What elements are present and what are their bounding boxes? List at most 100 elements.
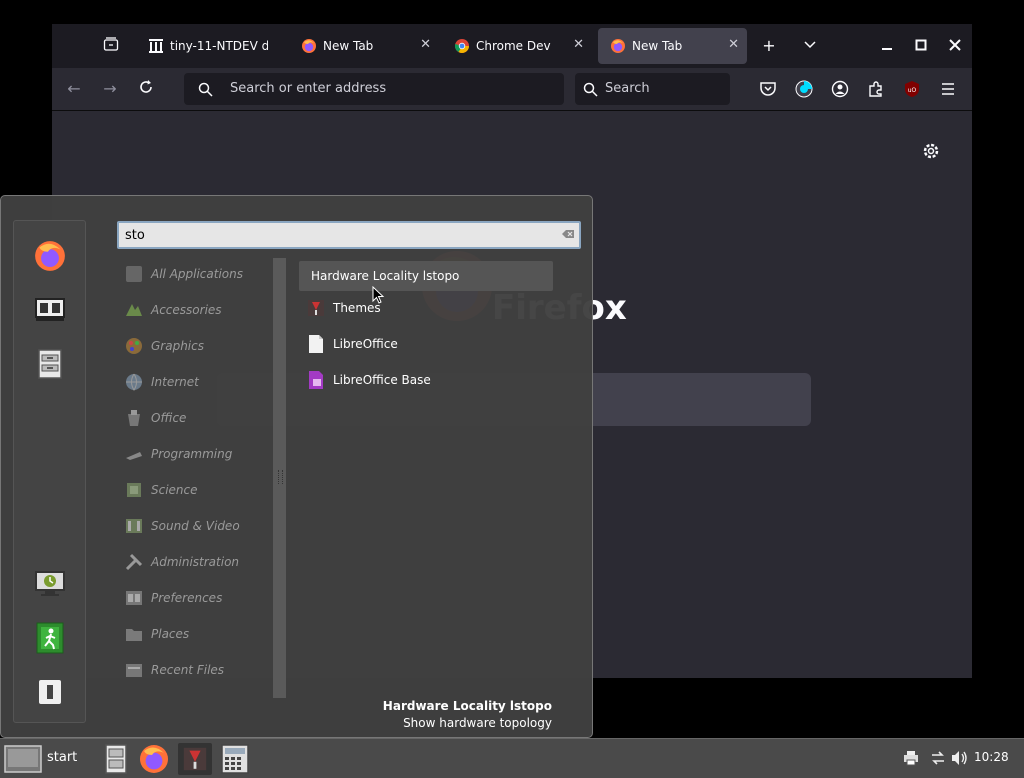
category-internet[interactable]: Internet xyxy=(124,370,199,394)
minimize-button[interactable] xyxy=(877,36,897,56)
category-label: Graphics xyxy=(151,339,204,353)
themes-icon xyxy=(183,747,207,771)
result-label: LibreOffice xyxy=(333,337,398,351)
chrome-icon xyxy=(454,39,469,53)
sound-video-icon xyxy=(126,519,142,533)
firefox-icon xyxy=(302,39,316,53)
forward-arrow-icon: → xyxy=(103,79,117,98)
category-accessories[interactable]: Accessories xyxy=(124,298,222,322)
sync-status-icon[interactable] xyxy=(795,80,813,98)
volume-icon[interactable] xyxy=(951,750,969,766)
firefox-view-icon xyxy=(103,37,119,51)
tab-new-tab[interactable]: New Tab ✕ xyxy=(289,28,439,64)
forward-button[interactable]: → xyxy=(100,79,120,99)
search-icon xyxy=(198,82,213,97)
network-icon[interactable] xyxy=(930,750,946,766)
file-manager-icon[interactable] xyxy=(101,743,131,775)
search-placeholder: Search xyxy=(605,81,650,96)
close-icon[interactable]: ✕ xyxy=(573,37,584,52)
category-label: Programming xyxy=(151,447,233,461)
category-label: Office xyxy=(151,411,187,425)
favorites-bar xyxy=(13,220,86,723)
plus-icon: + xyxy=(762,36,776,55)
search-input[interactable] xyxy=(125,226,545,244)
firefox-view-button[interactable] xyxy=(101,36,121,57)
category-places[interactable]: Places xyxy=(124,622,189,646)
taskbar-window-themes[interactable] xyxy=(178,743,212,775)
pocket-icon[interactable] xyxy=(759,80,777,98)
category-label: Accessories xyxy=(151,303,222,317)
logout-icon[interactable] xyxy=(33,621,67,655)
new-tab-button[interactable]: + xyxy=(759,36,779,56)
clear-icon[interactable] xyxy=(561,227,575,241)
tab-title: Chrome Dev xyxy=(476,39,551,53)
screensaver-icon[interactable] xyxy=(33,567,67,601)
close-icon[interactable]: ✕ xyxy=(420,37,431,52)
file-manager-icon[interactable] xyxy=(33,347,67,381)
tab-chrome-dev[interactable]: Chrome Dev ✕ xyxy=(442,28,592,64)
calculator-icon[interactable] xyxy=(219,743,251,775)
reload-button[interactable] xyxy=(136,79,156,99)
mouse-cursor-icon xyxy=(372,286,385,304)
category-label: Internet xyxy=(151,375,199,389)
printer-icon[interactable] xyxy=(903,750,919,766)
libreoffice-base-icon xyxy=(309,371,323,389)
category-all-applications[interactable]: All Applications xyxy=(124,262,243,286)
science-icon xyxy=(127,483,141,497)
category-label: Administration xyxy=(151,555,240,569)
category-administration[interactable]: Administration xyxy=(124,550,239,574)
category-preferences[interactable]: Preferences xyxy=(124,586,222,610)
category-science[interactable]: Science xyxy=(124,478,198,502)
result-item[interactable]: Hardware Locality lstopo xyxy=(299,261,553,291)
firefox-icon[interactable] xyxy=(33,239,67,273)
maximize-button[interactable] xyxy=(911,36,931,56)
result-item[interactable]: LibreOffice xyxy=(299,329,398,359)
category-graphics[interactable]: Graphics xyxy=(124,334,204,358)
url-bar[interactable]: Search or enter address xyxy=(184,73,564,105)
all-apps-icon xyxy=(126,266,142,282)
category-label: Preferences xyxy=(151,591,223,605)
gear-icon[interactable] xyxy=(922,142,940,160)
taskbar: start 10:28 xyxy=(0,738,1024,778)
start-menu-icon xyxy=(4,745,42,773)
display-settings-icon[interactable] xyxy=(33,293,67,327)
search-bar[interactable]: Search xyxy=(575,73,730,105)
libreoffice-icon xyxy=(309,335,323,353)
category-recent-files[interactable]: Recent Files xyxy=(124,658,224,682)
url-placeholder: Search or enter address xyxy=(230,81,387,96)
hamburger-menu-icon[interactable] xyxy=(939,80,957,98)
firefox-icon[interactable] xyxy=(137,743,171,775)
close-window-button[interactable] xyxy=(945,36,965,56)
back-button[interactable]: ← xyxy=(64,79,84,99)
tab-new-tab-active[interactable]: New Tab ✕ xyxy=(598,28,747,64)
chevron-down-icon xyxy=(804,41,816,49)
programming-icon xyxy=(126,452,142,460)
extensions-icon[interactable] xyxy=(867,80,885,98)
pane-divider[interactable] xyxy=(273,258,286,698)
category-office[interactable]: Office xyxy=(124,406,186,430)
search-field[interactable] xyxy=(117,221,581,249)
drag-handle[interactable] xyxy=(278,470,283,484)
close-icon[interactable]: ✕ xyxy=(728,37,739,52)
firefox-icon xyxy=(611,39,625,53)
category-label: Science xyxy=(151,483,198,497)
tab-archive[interactable]: tiny-11-NTDEV di xyxy=(136,28,286,64)
account-icon[interactable] xyxy=(831,80,849,98)
result-label: LibreOffice Base xyxy=(333,373,431,387)
places-icon xyxy=(126,629,142,641)
shutdown-icon[interactable] xyxy=(33,675,67,709)
app-description-subtitle: Show hardware topology xyxy=(403,716,552,730)
category-sound-video[interactable]: Sound & Video xyxy=(124,514,240,538)
ublock-origin-icon[interactable]: uO xyxy=(903,80,921,98)
category-programming[interactable]: Programming xyxy=(124,442,232,466)
start-button[interactable]: start xyxy=(4,743,84,775)
result-item[interactable]: LibreOffice Base xyxy=(299,365,431,395)
office-icon xyxy=(128,410,140,426)
search-icon xyxy=(583,82,598,97)
result-item[interactable]: Themes xyxy=(299,293,381,323)
list-all-tabs-button[interactable] xyxy=(800,36,820,56)
nav-bar: ← → Search or enter address Search uO xyxy=(52,68,972,111)
internet-icon xyxy=(126,373,142,391)
tab-bar: tiny-11-NTDEV di New Tab ✕ Chrome Dev ✕ … xyxy=(52,24,972,68)
graphics-icon xyxy=(126,338,142,354)
